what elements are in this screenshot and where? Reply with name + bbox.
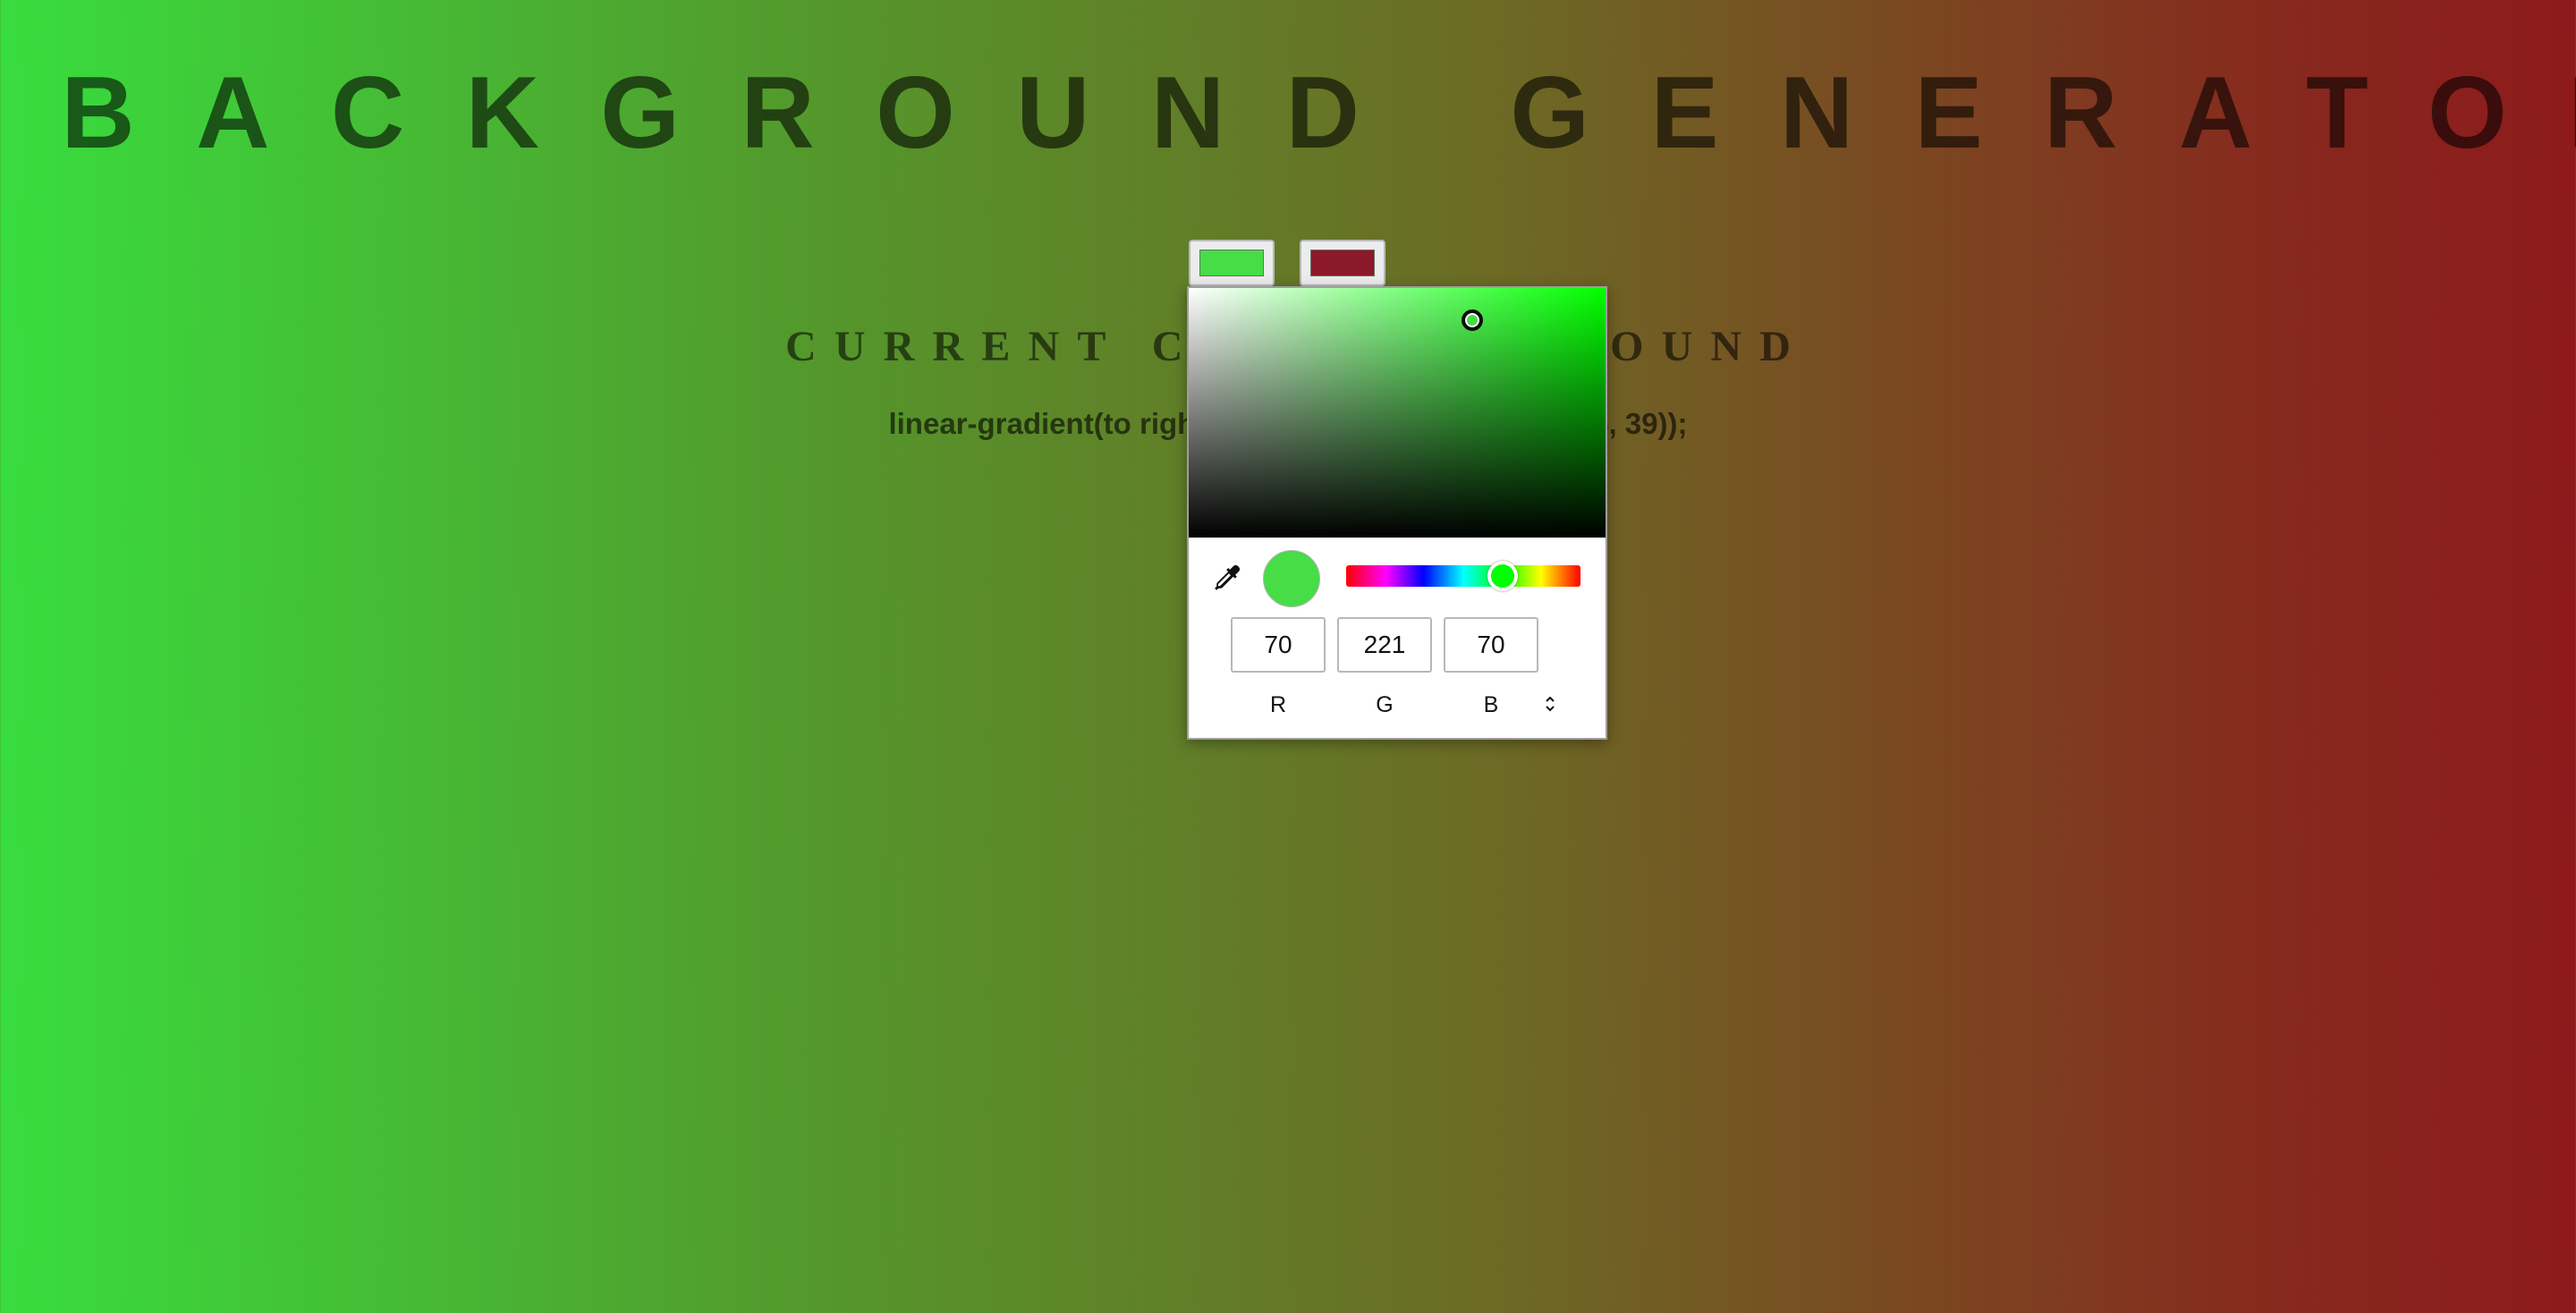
- page-title: BACKGROUND GENERATOR: [61, 56, 2576, 170]
- hue-slider[interactable]: [1346, 561, 1580, 591]
- color-input-2[interactable]: [1300, 240, 1385, 286]
- eyedropper-icon[interactable]: [1210, 562, 1242, 594]
- color-input-2-swatch: [1310, 250, 1375, 276]
- green-label: G: [1376, 692, 1394, 717]
- chevron-up-down-icon[interactable]: [1539, 690, 1561, 717]
- saturation-handle[interactable]: [1461, 309, 1483, 332]
- hue-slider-handle[interactable]: [1487, 561, 1518, 591]
- red-value-field[interactable]: [1231, 617, 1326, 673]
- current-color-preview: [1263, 550, 1320, 607]
- color-input-1[interactable]: [1189, 240, 1275, 286]
- blue-label: B: [1483, 692, 1499, 717]
- saturation-brightness-area[interactable]: [1189, 288, 1606, 538]
- color-picker-popover: R G B: [1187, 286, 1607, 740]
- red-label: R: [1269, 692, 1287, 717]
- green-value-field[interactable]: [1337, 617, 1432, 673]
- blue-value-field[interactable]: [1444, 617, 1538, 673]
- color-input-1-swatch: [1199, 250, 1264, 276]
